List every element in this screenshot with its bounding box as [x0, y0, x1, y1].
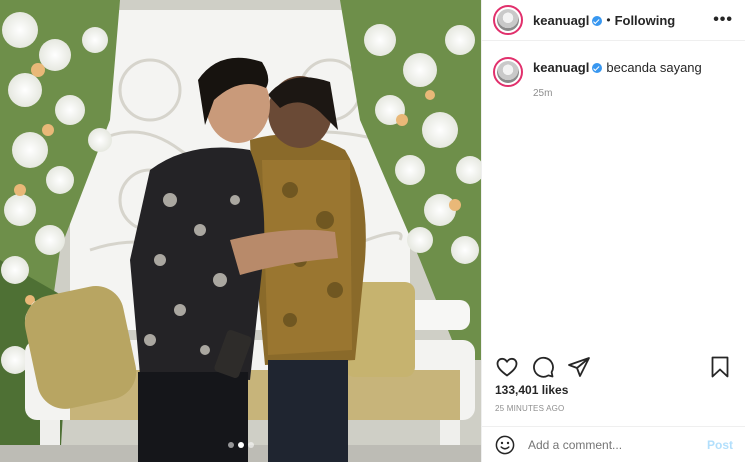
following-button[interactable]: Following — [615, 13, 676, 28]
carousel-dot[interactable] — [227, 442, 234, 448]
caption-body: keanuagl becanda sayang 25m — [533, 57, 702, 102]
avatar[interactable] — [493, 5, 523, 35]
caption-username-link[interactable]: keanuagl — [533, 60, 589, 75]
comment-input[interactable] — [528, 438, 701, 452]
photo-illustration — [0, 0, 481, 462]
comment-icon[interactable] — [531, 355, 555, 379]
caption-time: 25m — [533, 88, 553, 99]
share-icon[interactable] — [567, 355, 591, 379]
header-separator: • — [606, 13, 611, 27]
verified-badge-icon — [592, 16, 603, 26]
comment-bar: Post — [482, 426, 745, 463]
emoji-icon[interactable] — [495, 435, 515, 455]
likes-count[interactable]: 133,401 likes — [495, 383, 568, 397]
caption-avatar[interactable] — [493, 57, 523, 87]
bookmark-icon[interactable] — [708, 355, 732, 379]
avatar-image — [497, 9, 519, 31]
caption-text: becanda sayang — [606, 60, 702, 75]
username-link[interactable]: keanuagl — [533, 13, 589, 28]
post-photo[interactable] — [0, 0, 481, 462]
action-bar — [495, 354, 732, 380]
post-side-panel: keanuagl • Following ••• keanuagl becanda… — [481, 0, 745, 462]
heart-icon[interactable] — [495, 355, 519, 379]
post-timestamp[interactable]: 25 MINUTES AGO — [495, 404, 564, 413]
post-header: keanuagl • Following ••• — [482, 0, 745, 41]
more-options-icon[interactable]: ••• — [713, 12, 733, 28]
verified-badge-icon — [592, 63, 603, 73]
caption: keanuagl becanda sayang 25m — [482, 41, 745, 102]
carousel-indicator — [0, 442, 481, 448]
carousel-dot-active[interactable] — [237, 442, 244, 448]
post-button[interactable]: Post — [707, 438, 733, 452]
carousel-dot[interactable] — [247, 442, 254, 448]
avatar-image — [497, 61, 519, 83]
